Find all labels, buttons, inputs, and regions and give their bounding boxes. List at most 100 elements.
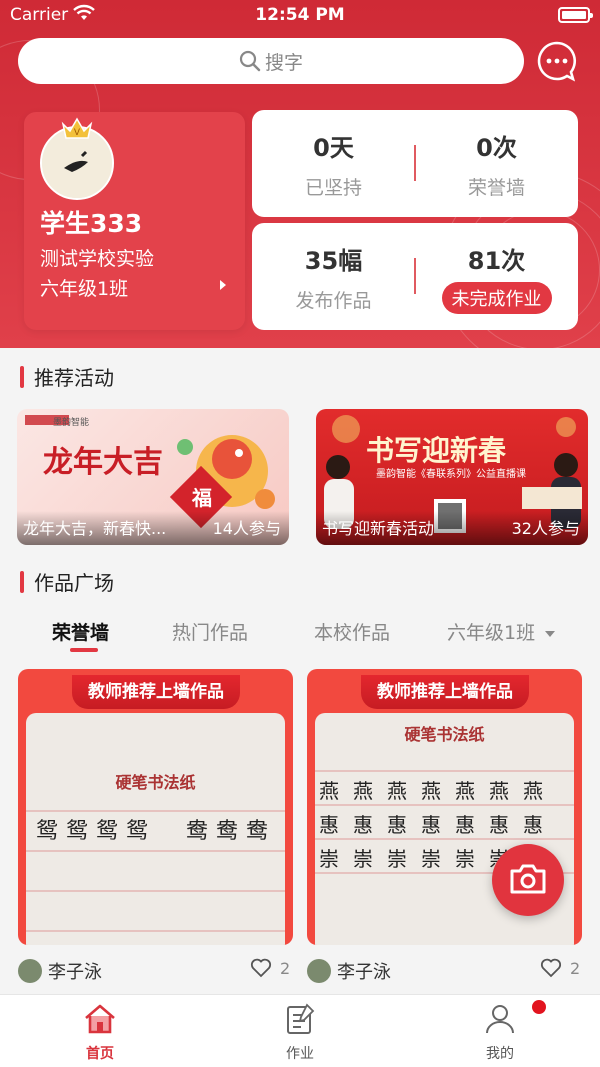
calligraphy-char: 惠 <box>353 813 373 837</box>
stat-works-value: 35幅 <box>304 247 363 275</box>
stat-days-label: 已坚持 <box>304 177 362 199</box>
tabbar-home-label: 首页 <box>86 1046 114 1062</box>
message-icon[interactable] <box>534 38 580 84</box>
stat-works-label: 发布作品 <box>295 290 372 312</box>
activity-title: 书写迎新春活动 <box>322 519 435 538</box>
stat-honor-label: 荣誉墙 <box>467 177 525 199</box>
calligraphy-char: 鸳 <box>126 819 149 844</box>
calligraphy-char: 燕 <box>455 779 475 803</box>
calligraphy-char: 惠 <box>319 813 339 837</box>
stat-honor-value: 0次 <box>476 134 517 162</box>
activity-caption: 书写迎新春活动 32人参与 <box>316 511 588 545</box>
school-name: 测试学校实验 <box>40 248 155 270</box>
stat-days-value: 0天 <box>313 134 354 162</box>
calligraphy-char: 崇 <box>387 847 407 871</box>
calligraphy-char: 鸳 <box>96 819 119 844</box>
calligraphy-char: 燕 <box>387 779 407 803</box>
search-icon <box>239 50 261 72</box>
tabbar-homework-label: 作业 <box>286 1046 314 1062</box>
activity-poster-title: 龙年大吉 <box>43 445 163 480</box>
bottom-tab-bar: 首页 作业 我的 <box>0 994 600 1067</box>
like-button[interactable]: 2 <box>250 958 290 978</box>
battery-icon <box>558 7 593 23</box>
camera-button[interactable] <box>492 844 564 916</box>
calligraphy-char: 鸯 <box>246 819 269 844</box>
user-icon <box>486 1005 514 1034</box>
work-author[interactable]: 李子泳 <box>307 958 391 984</box>
tab-honor-wall[interactable]: 荣誉墙 <box>52 618 109 645</box>
stat-homework[interactable]: 81次 未完成作业 <box>415 241 578 314</box>
stat-works[interactable]: 35幅 发布作品 <box>252 241 415 313</box>
section-title-gallery: 作品广场 <box>20 567 114 596</box>
calligraphy-char: 燕 <box>523 779 543 803</box>
calligraphy-char: 燕 <box>421 779 441 803</box>
author-name: 李子泳 <box>337 962 391 983</box>
work-card[interactable]: 教师推荐上墙作品 硬笔书法纸 鸳 鸳 鸳 鸳 鸯 鸯 鸯 <box>18 669 293 945</box>
like-count: 2 <box>570 958 581 978</box>
tabbar-homework[interactable]: 作业 <box>250 1003 350 1063</box>
caret-down-icon <box>545 630 556 637</box>
active-tab-indicator <box>70 648 98 652</box>
section-title-text: 作品广场 <box>34 571 114 595</box>
status-bar: Carrier 12:54 PM <box>0 0 600 32</box>
stat-honor[interactable]: 0次 荣誉墙 <box>415 128 578 200</box>
section-accent-bar <box>20 365 24 388</box>
calligraphy-char: 燕 <box>353 779 373 803</box>
calligraphy-char: 崇 <box>353 847 373 871</box>
tabbar-home[interactable]: 首页 <box>50 1003 150 1063</box>
calligraphy-char: 惠 <box>421 813 441 837</box>
activity-card[interactable]: 龙年大吉 墨韵智能 福 龙年大吉，新春快... 14人参与 <box>17 409 289 545</box>
heart-icon <box>250 958 272 978</box>
student-name: 学生333 <box>40 209 143 238</box>
calligraphy-char <box>156 813 186 845</box>
activity-participants: 32人参与 <box>511 519 580 538</box>
stat-homework-value: 81次 <box>467 247 526 275</box>
activity-caption: 龙年大吉，新春快... 14人参与 <box>17 511 289 545</box>
homework-icon <box>287 1003 315 1034</box>
section-accent-bar <box>20 570 24 593</box>
like-count: 2 <box>280 958 291 978</box>
like-button[interactable]: 2 <box>540 958 580 978</box>
author-name: 李子泳 <box>48 962 102 983</box>
section-title-text: 推荐活动 <box>34 366 114 390</box>
author-avatar <box>307 959 331 983</box>
search-bar[interactable]: 搜字 <box>18 38 524 84</box>
activity-card[interactable]: 书写迎新春 墨韵智能《春联系列》公益直播课 书写迎新春活动 32人参与 <box>316 409 588 545</box>
work-banner: 教师推荐上墙作品 <box>72 675 240 709</box>
notification-dot <box>532 1000 546 1014</box>
fu-character: 福 <box>192 486 212 510</box>
heart-icon <box>540 958 562 978</box>
tab-school[interactable]: 本校作品 <box>314 618 390 645</box>
calligraphy-char: 崇 <box>421 847 441 871</box>
home-icon <box>85 1004 115 1034</box>
calligraphy-char: 崇 <box>319 847 339 871</box>
calligraphy-chars: 鸳 鸳 鸳 鸳 鸯 鸯 鸯 <box>36 813 276 845</box>
profile-card[interactable]: V 学生333 测试学校实验 六年级1班 <box>24 112 245 330</box>
stats-box-streak: 0天 已坚持 0次 荣誉墙 <box>252 110 578 217</box>
work-banner: 教师推荐上墙作品 <box>361 675 529 709</box>
calligraphy-char: 惠 <box>455 813 475 837</box>
calligraphy-char: 惠 <box>523 813 543 837</box>
stat-days[interactable]: 0天 已坚持 <box>252 128 415 200</box>
tab-popular[interactable]: 热门作品 <box>172 618 248 645</box>
calligraphy-char: 崇 <box>455 847 475 871</box>
activity-poster-brand: 墨韵智能 <box>53 418 90 428</box>
camera-icon <box>510 864 546 894</box>
activity-title: 龙年大吉，新春快... <box>23 519 167 538</box>
work-author[interactable]: 李子泳 <box>18 958 102 984</box>
calligraphy-char: 鸯 <box>216 819 239 844</box>
activity-poster-subtitle: 墨韵智能《春联系列》公益直播课 <box>376 469 526 480</box>
activity-participants: 14人参与 <box>212 519 281 538</box>
calligraphy-char: 燕 <box>489 779 509 803</box>
stats-box-works: 35幅 发布作品 81次 未完成作业 <box>252 223 578 330</box>
calligraphy-char: 鸳 <box>36 819 59 844</box>
unfinished-homework-badge[interactable]: 未完成作业 <box>441 282 552 314</box>
class-name: 六年级1班 <box>40 278 129 300</box>
author-avatar <box>18 959 42 983</box>
svg-text:V: V <box>74 128 81 138</box>
work-photo: 硬笔书法纸 鸳 鸳 鸳 鸳 鸯 鸯 鸯 <box>26 713 285 945</box>
section-title-activities: 推荐活动 <box>20 362 114 391</box>
chevron-right-icon <box>220 280 226 290</box>
tab-class-filter[interactable]: 六年级1班 <box>447 618 556 645</box>
tab-class-label: 六年级1班 <box>447 622 536 644</box>
